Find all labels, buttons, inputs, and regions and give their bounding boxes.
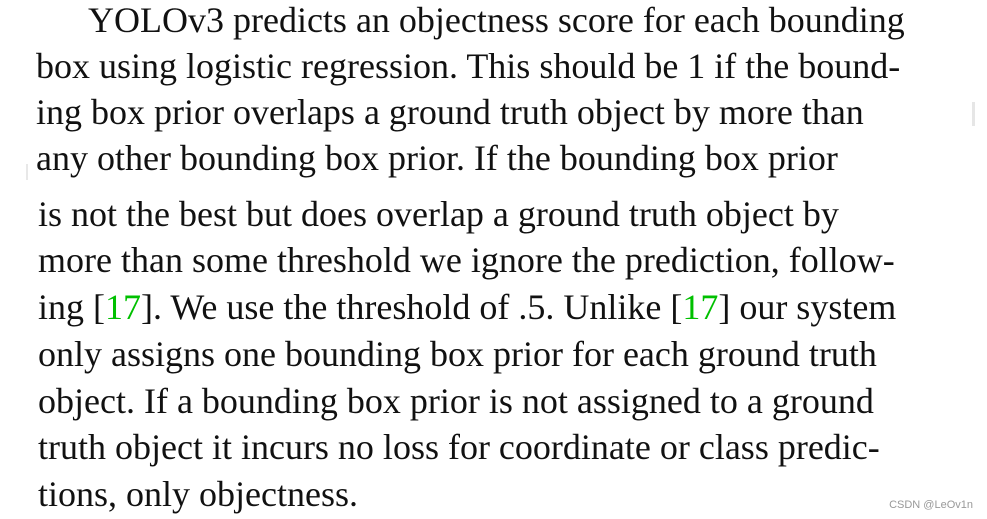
paragraph-line-5: is not the best but does overlap a groun… bbox=[38, 194, 839, 234]
scan-edge-mark bbox=[972, 102, 975, 126]
paragraph-line-11: tions, only objectness. bbox=[38, 474, 358, 514]
paragraph-line-2: box using logistic regression. This shou… bbox=[36, 46, 901, 86]
scan-edge-mark bbox=[26, 164, 28, 180]
watermark: CSDN @LeOv1n bbox=[889, 499, 973, 511]
line-7-text-middle: ]. We use the threshold of .5. Unlike [ bbox=[141, 287, 683, 327]
paragraph-line-9: object. If a bounding box prior is not a… bbox=[38, 381, 874, 421]
paragraph-line-1: YOLOv3 predicts an objectness score for … bbox=[88, 0, 905, 40]
paragraph-line-7: ing [17]. We use the threshold of .5. Un… bbox=[38, 285, 958, 329]
citation-link[interactable]: 17 bbox=[105, 287, 141, 327]
line-7-text-start: ing [ bbox=[38, 287, 105, 327]
paragraph-line-6: more than some threshold we ignore the p… bbox=[38, 240, 895, 280]
paragraph-line-3: ing box prior overlaps a ground truth ob… bbox=[36, 92, 864, 132]
paragraph-line-8: only assigns one bounding box prior for … bbox=[38, 334, 877, 374]
paragraph-line-10: truth object it incurs no loss for coord… bbox=[38, 427, 880, 467]
paper-paragraph: YOLOv3 predicts an objectness score for … bbox=[0, 0, 987, 519]
line-7-text-end: ] our system bbox=[718, 287, 897, 327]
citation-link[interactable]: 17 bbox=[682, 287, 718, 327]
paragraph-line-4: any other bounding box prior. If the bou… bbox=[36, 138, 838, 178]
